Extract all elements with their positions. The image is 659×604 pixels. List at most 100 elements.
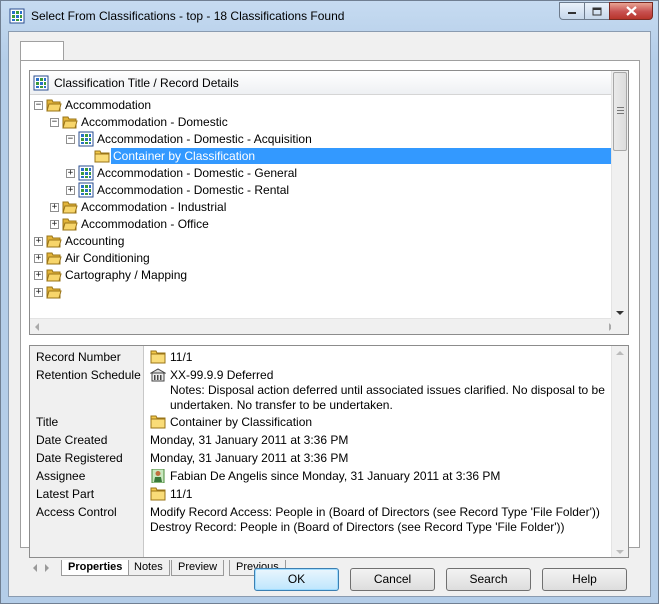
record-details-panel: Record Number 11/1 Retention Schedule XX… bbox=[29, 345, 629, 558]
folder-open-icon bbox=[46, 252, 62, 265]
expand-toggle[interactable]: + bbox=[34, 254, 43, 263]
tree-row-label: Accommodation - Domestic - General bbox=[97, 166, 298, 180]
window-title: Select From Classifications - top - 18 C… bbox=[31, 9, 345, 23]
tree-row-selected[interactable]: Container by Classification bbox=[30, 148, 618, 165]
scroll-left-arrow-icon[interactable] bbox=[35, 323, 39, 331]
folder-open-icon bbox=[46, 99, 62, 112]
tree-row-label: Accommodation - Domestic bbox=[81, 115, 228, 129]
tree-row[interactable]: + Accommodation - Domestic - General bbox=[30, 165, 618, 182]
building-icon bbox=[150, 368, 166, 382]
expand-toggle[interactable]: + bbox=[50, 220, 59, 229]
caption-buttons bbox=[559, 2, 653, 22]
dialog-window: Select From Classifications - top - 18 C… bbox=[0, 0, 659, 604]
tree-row[interactable]: − Accommodation - Domestic - Acquisition bbox=[30, 131, 618, 148]
ok-button[interactable]: OK bbox=[254, 568, 339, 591]
tree-row-label: Container by Classification bbox=[113, 149, 256, 163]
title-label: Title bbox=[36, 415, 59, 429]
tab-prev-arrow-icon[interactable] bbox=[33, 564, 37, 572]
scrollbar-corner bbox=[611, 318, 628, 334]
retention-notes: Notes: Disposal action deferred until as… bbox=[170, 383, 605, 412]
dialog-client-area: Classification Title / Record Details − … bbox=[8, 31, 651, 597]
latest-part-label: Latest Part bbox=[36, 487, 95, 501]
folder-open-icon bbox=[46, 269, 62, 282]
tree-row-partial[interactable]: + bbox=[30, 284, 618, 301]
tree-header-label: Classification Title / Record Details bbox=[54, 76, 239, 90]
scroll-down-arrow-icon[interactable] bbox=[616, 311, 624, 315]
classification-grid-icon bbox=[78, 182, 94, 198]
folder-closed-icon bbox=[150, 487, 166, 501]
classification-grid-icon bbox=[78, 165, 94, 181]
minimize-icon bbox=[568, 12, 576, 14]
search-button[interactable]: Search bbox=[446, 568, 531, 591]
tree-column-header[interactable]: Classification Title / Record Details bbox=[30, 71, 628, 95]
maximize-icon bbox=[592, 7, 602, 15]
tree-horizontal-scrollbar[interactable] bbox=[30, 318, 618, 334]
classification-grid-icon bbox=[78, 131, 94, 147]
tree-row-label: Accommodation - Domestic - Acquisition bbox=[97, 132, 312, 146]
tab-properties[interactable]: Properties bbox=[61, 560, 130, 576]
tree-row[interactable]: + Cartography / Mapping bbox=[30, 267, 618, 284]
scroll-down-arrow-icon[interactable] bbox=[616, 550, 624, 554]
expand-toggle[interactable]: + bbox=[34, 237, 43, 246]
expand-toggle[interactable]: + bbox=[66, 186, 75, 195]
access-control-label: Access Control bbox=[36, 505, 117, 519]
close-icon bbox=[625, 6, 637, 16]
classification-tree[interactable]: Classification Title / Record Details − … bbox=[29, 70, 629, 335]
cancel-button[interactable]: Cancel bbox=[350, 568, 435, 591]
date-created-value: Monday, 31 January 2011 at 3:36 PM bbox=[150, 433, 349, 447]
classification-grid-icon bbox=[9, 8, 25, 24]
expand-toggle[interactable]: + bbox=[34, 288, 43, 297]
assignee-value: Fabian De Angelis since Monday, 31 Janua… bbox=[150, 469, 500, 483]
tree-row[interactable]: + Air Conditioning bbox=[30, 250, 618, 267]
date-registered-label: Date Registered bbox=[36, 451, 123, 465]
tree-row-label: Air Conditioning bbox=[65, 251, 150, 265]
access-control-line1: Modify Record Access: People in (Board o… bbox=[150, 505, 600, 519]
date-registered-value: Monday, 31 January 2011 at 3:36 PM bbox=[150, 451, 349, 465]
folder-open-icon bbox=[62, 116, 78, 129]
tree-row[interactable]: + Accommodation - Domestic - Rental bbox=[30, 182, 618, 199]
folder-open-icon bbox=[46, 286, 62, 299]
date-created-label: Date Created bbox=[36, 433, 108, 447]
tab-pane: Classification Title / Record Details − … bbox=[20, 60, 640, 576]
access-control-line2: Destroy Record: People in (Board of Dire… bbox=[150, 520, 565, 534]
maximize-button[interactable] bbox=[584, 2, 610, 20]
collapse-toggle[interactable]: − bbox=[66, 135, 75, 144]
collapse-toggle[interactable]: − bbox=[34, 101, 43, 110]
close-button[interactable] bbox=[609, 2, 653, 20]
title-value: Container by Classification bbox=[150, 415, 312, 429]
expand-toggle[interactable]: + bbox=[34, 271, 43, 280]
folder-open-icon bbox=[62, 218, 78, 231]
collapse-toggle[interactable]: − bbox=[50, 118, 59, 127]
tree-row[interactable]: − Accommodation - Domestic bbox=[30, 114, 618, 131]
tree-row[interactable]: + Accounting bbox=[30, 233, 618, 250]
tree-row-label: Accounting bbox=[65, 234, 125, 248]
top-tab[interactable] bbox=[20, 41, 64, 61]
folder-closed-icon bbox=[150, 350, 166, 364]
expand-toggle[interactable]: + bbox=[50, 203, 59, 212]
help-button[interactable]: Help bbox=[542, 568, 627, 591]
tree-row[interactable]: − Accommodation bbox=[30, 97, 618, 114]
tab-notes[interactable]: Notes bbox=[127, 560, 170, 576]
tree-vertical-scrollbar[interactable] bbox=[611, 71, 628, 319]
record-number-value: 11/1 bbox=[150, 350, 192, 364]
retention-schedule-value: XX-99.9.9 Deferred bbox=[150, 368, 273, 382]
person-icon bbox=[151, 469, 165, 483]
expand-toggle[interactable]: + bbox=[66, 169, 75, 178]
folder-open-icon bbox=[62, 201, 78, 214]
folder-closed-icon bbox=[94, 150, 110, 163]
minimize-button[interactable] bbox=[559, 2, 585, 20]
tree-row-label: Accommodation bbox=[65, 98, 152, 112]
details-vertical-scrollbar[interactable] bbox=[611, 346, 628, 557]
tree-row[interactable]: + Accommodation - Office bbox=[30, 216, 618, 233]
assignee-label: Assignee bbox=[36, 469, 86, 483]
tree-row-label: Accommodation - Industrial bbox=[81, 200, 227, 214]
folder-open-icon bbox=[46, 235, 62, 248]
tree-row[interactable]: + Accommodation - Industrial bbox=[30, 199, 618, 216]
scroll-up-arrow-icon[interactable] bbox=[616, 351, 624, 355]
tree-row-label: Accommodation - Office bbox=[81, 217, 209, 231]
latest-part-value: 11/1 bbox=[150, 487, 192, 501]
title-bar[interactable]: Select From Classifications - top - 18 C… bbox=[1, 1, 658, 31]
tab-next-arrow-icon[interactable] bbox=[45, 564, 49, 572]
tree-scroll-thumb[interactable] bbox=[613, 72, 627, 151]
tab-preview[interactable]: Preview bbox=[171, 560, 225, 576]
